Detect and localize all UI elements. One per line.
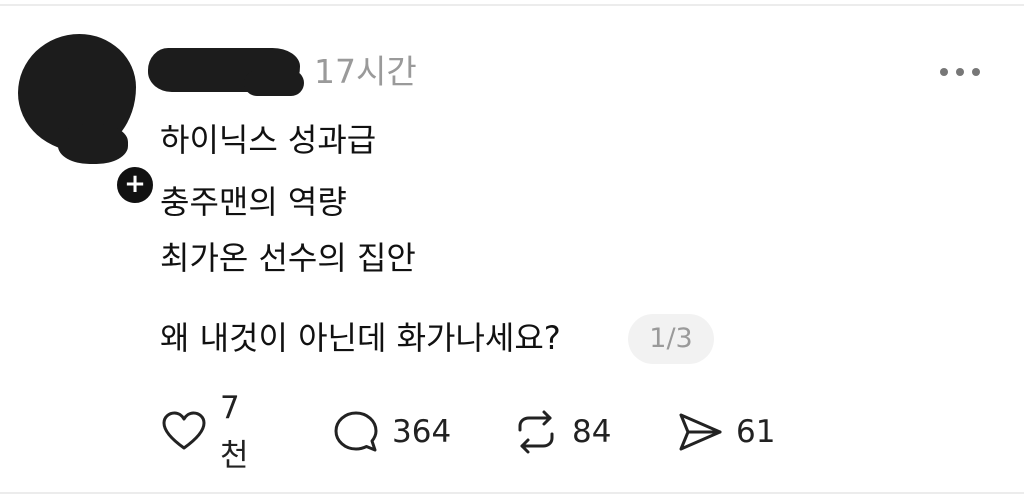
post-text-line: 하이닉스 성과급	[160, 121, 377, 159]
more-horizontal-icon-dot	[972, 68, 980, 76]
username[interactable]: f	[148, 50, 298, 90]
like-count: 7천	[220, 390, 249, 474]
repost-icon	[512, 408, 560, 456]
avatar-redaction	[58, 124, 128, 164]
follow-button[interactable]: +	[114, 164, 156, 206]
comment-bubble-icon	[332, 408, 380, 456]
like-button[interactable]: 7천	[160, 390, 249, 474]
post-time: 17시간	[314, 52, 417, 91]
post-text-line: 최가온 선수의 집안	[160, 239, 416, 277]
share-count: 61	[736, 414, 776, 450]
more-horizontal-icon	[940, 68, 948, 76]
reply-count: 364	[392, 414, 452, 450]
more-options-button[interactable]	[936, 54, 984, 90]
reply-button[interactable]: 364	[332, 408, 451, 456]
page-indicator-badge: 1/3	[628, 314, 714, 364]
more-horizontal-icon-dot	[956, 68, 964, 76]
repost-count: 84	[572, 414, 612, 450]
heart-icon	[160, 408, 208, 456]
share-button[interactable]: 61	[676, 408, 775, 456]
avatar[interactable]: +	[18, 34, 156, 206]
repost-button[interactable]: 84	[512, 408, 611, 456]
top-divider	[0, 4, 1024, 6]
post-text-line: 왜 내것이 아닌데 화가나세요?	[160, 319, 561, 357]
send-icon	[676, 408, 724, 456]
post-text-line: 충주맨의 역량	[160, 183, 347, 221]
bottom-divider	[0, 492, 1024, 494]
